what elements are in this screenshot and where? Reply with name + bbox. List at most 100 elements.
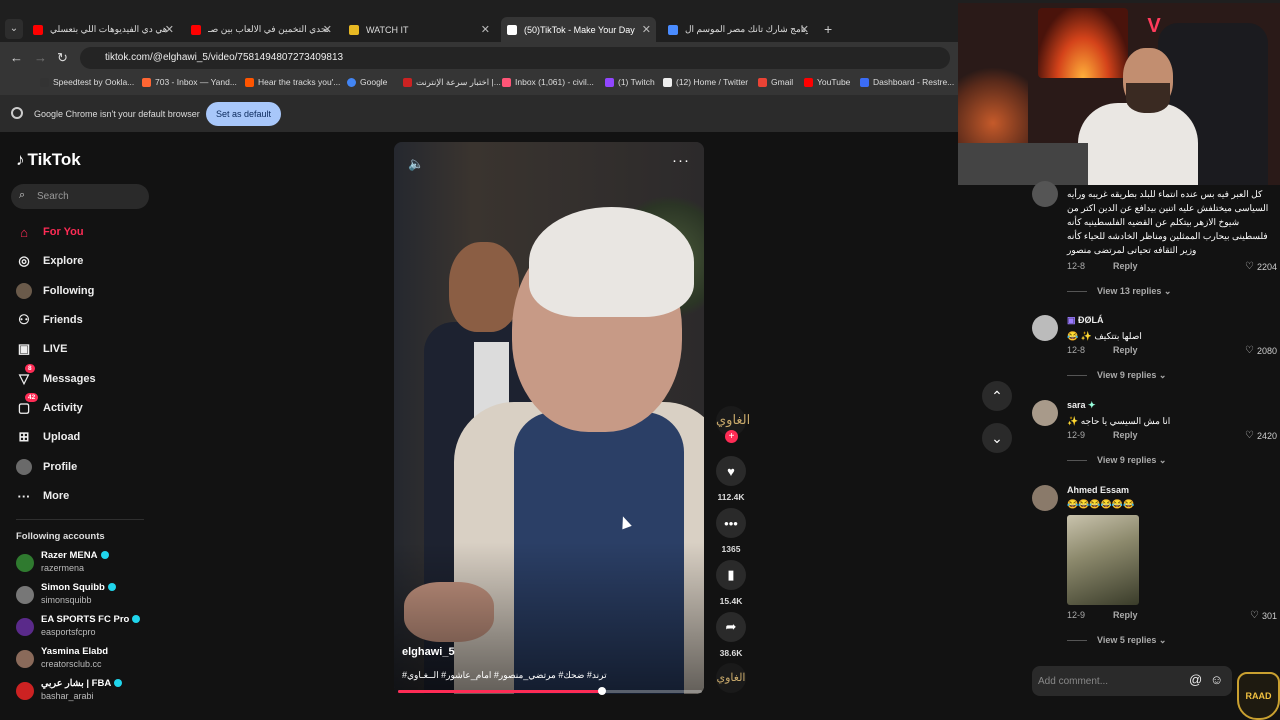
- nav-following[interactable]: Following: [16, 283, 94, 299]
- bookmark-item[interactable]: اختبار سرعة الإنترنت |...: [403, 77, 501, 88]
- verified-icon: [114, 679, 123, 688]
- following-accounts-title: Following accounts: [16, 531, 105, 542]
- address-bar-row: ← → ↻ tiktok.com/@elghawi_5/video/758149…: [0, 42, 958, 73]
- bookmark-item[interactable]: Hear the tracks you'...: [245, 77, 340, 87]
- nav-messages[interactable]: ▽ 8 Messages: [16, 364, 96, 387]
- view-replies-button[interactable]: View 13 replies ⌄: [1067, 286, 1171, 297]
- next-video-button[interactable]: ⌄: [982, 423, 1012, 453]
- comment-item: ▣ ÐØLÁ اصلها بتتكيف ✨ 😂 12-8 Reply ♡ 2080…: [1032, 315, 1277, 385]
- avatar[interactable]: [1032, 181, 1058, 207]
- bookmark-item[interactable]: Dashboard - Restre...: [860, 77, 954, 87]
- bookmark-item[interactable]: YouTube: [804, 77, 850, 87]
- nav-label: Messages: [43, 373, 96, 385]
- bookmark-item[interactable]: Inbox (1,061) - civil...: [502, 77, 594, 87]
- bookmark-label: اختبار سرعة الإنترنت |...: [416, 77, 501, 87]
- default-browser-infobar: Google Chrome isn't your default browser: [0, 95, 958, 132]
- comment-button[interactable]: •••: [716, 508, 746, 538]
- reply-button[interactable]: Reply: [1113, 345, 1138, 355]
- bookmark-item[interactable]: 703 - Inbox — Yand...: [142, 77, 237, 87]
- close-tab-icon[interactable]: ✕: [642, 23, 651, 36]
- youtube-icon: [191, 24, 201, 35]
- avatar[interactable]: [1032, 315, 1058, 341]
- browser-tab[interactable]: WATCH IT ✕: [343, 19, 495, 40]
- reply-button[interactable]: Reply: [1113, 610, 1138, 620]
- following-account[interactable]: Yasmina Elabd creatorsclub.cc: [16, 646, 156, 674]
- comment-image[interactable]: [1067, 515, 1139, 605]
- comment-author[interactable]: ▣ ÐØLÁ: [1067, 315, 1104, 326]
- nav-upload[interactable]: ⊞ Upload: [16, 429, 81, 445]
- following-account[interactable]: Razer MENA razermena: [16, 550, 156, 578]
- profile-icon: [16, 459, 32, 475]
- add-comment-input[interactable]: [1038, 672, 1178, 690]
- progress-knob[interactable]: [597, 687, 606, 695]
- following-account[interactable]: EA SPORTS FC Pro easportsfcpro: [16, 614, 156, 642]
- comment-like-button[interactable]: ♡ 301: [1250, 610, 1277, 621]
- tiktok-logo[interactable]: ♪ TikTok: [16, 150, 81, 170]
- bookmark-item[interactable]: Speedtest by Ookla...: [40, 77, 134, 87]
- avatar[interactable]: [1032, 485, 1058, 511]
- nav-activity[interactable]: ▢ 42 Activity: [16, 393, 83, 416]
- video-username[interactable]: elghawi_5: [402, 646, 455, 658]
- url-text: tiktok.com/@elghawi_5/video/758149480727…: [105, 52, 344, 63]
- following-account[interactable]: Simon Squibb simonsquibb: [16, 582, 156, 610]
- nav-explore[interactable]: ◎ Explore: [16, 253, 83, 269]
- video-progress-bar[interactable]: [398, 687, 702, 695]
- video-caption[interactable]: ترند# ضحك# مرتضي_منصور# امام_عاشور# الــ…: [402, 670, 702, 681]
- youtube-icon: [804, 77, 813, 87]
- heart-outline-icon: ♡: [1245, 430, 1254, 441]
- view-replies-button[interactable]: View 5 replies ⌄: [1067, 635, 1166, 646]
- back-icon[interactable]: ←: [10, 50, 23, 65]
- comment-author[interactable]: sara ✦: [1067, 400, 1096, 411]
- music-disc[interactable]: الغاوي: [716, 663, 746, 693]
- bookmark-item[interactable]: (1) Twitch: [605, 77, 655, 87]
- comment-like-button[interactable]: ♡ 2420: [1245, 430, 1277, 441]
- browser-tab[interactable]: برنامج شارك تانك مصر الموسم ال ✕: [662, 19, 814, 40]
- close-tab-icon[interactable]: ✕: [800, 23, 809, 36]
- like-button[interactable]: ♥: [716, 456, 746, 486]
- browser-tab-active[interactable]: (50)TikTok - Make Your Day ✕: [501, 17, 656, 42]
- close-tab-icon[interactable]: ✕: [481, 23, 490, 36]
- nav-more[interactable]: ··· More: [16, 488, 70, 504]
- new-tab-icon[interactable]: +: [824, 21, 832, 37]
- bookmark-item[interactable]: (12) Home / Twitter: [663, 77, 748, 87]
- nav-profile[interactable]: Profile: [16, 459, 77, 475]
- nav-for-you[interactable]: ⌂ For You: [16, 224, 83, 240]
- tab-search-button[interactable]: ⌄: [5, 19, 23, 39]
- reload-icon[interactable]: ↻: [57, 50, 68, 66]
- following-account[interactable]: بشار عربي | FBA bashar_arabi: [16, 678, 156, 706]
- bookmark-label: (1) Twitch: [618, 77, 655, 87]
- previous-video-button[interactable]: ⌃: [982, 381, 1012, 411]
- add-comment-box[interactable]: @ ☺: [1032, 666, 1232, 696]
- set-as-default-button[interactable]: Set as default: [206, 102, 281, 126]
- browser-tab[interactable]: تحدي التخمين في الالعاب بين صـ ✕: [185, 19, 337, 40]
- volume-icon[interactable]: 🔈: [408, 156, 424, 172]
- avatar[interactable]: [1032, 400, 1058, 426]
- video-player[interactable]: 🔈 ···: [394, 142, 704, 694]
- nav-friends[interactable]: ⚇ Friends: [16, 312, 83, 328]
- close-tab-icon[interactable]: ✕: [323, 23, 332, 36]
- browser-tab[interactable]: هي دي الفيديوهات اللي بتعسلي ✕: [27, 19, 179, 40]
- share-button[interactable]: ➦: [716, 612, 746, 642]
- bookmark-item[interactable]: Gmail: [758, 77, 793, 87]
- comment-author[interactable]: Ahmed Essam: [1067, 485, 1129, 495]
- more-options-icon[interactable]: ···: [672, 152, 690, 169]
- bookmark-item[interactable]: Google: [347, 77, 387, 87]
- avatar: [16, 586, 34, 604]
- save-button[interactable]: ▮: [716, 560, 746, 590]
- comment-text: اصلها بتتكيف ✨ 😂: [1067, 331, 1142, 341]
- comment-like-button[interactable]: ♡ 2080: [1245, 345, 1277, 356]
- forward-icon[interactable]: →: [34, 50, 47, 65]
- mention-icon[interactable]: @: [1189, 672, 1202, 687]
- view-replies-button[interactable]: View 9 replies ⌄: [1067, 455, 1166, 466]
- follow-plus-icon[interactable]: +: [725, 430, 738, 443]
- search-box[interactable]: ⌕: [11, 184, 149, 209]
- comment-like-button[interactable]: ♡ 2204: [1245, 261, 1277, 272]
- reply-button[interactable]: Reply: [1113, 261, 1138, 271]
- reply-button[interactable]: Reply: [1113, 430, 1138, 440]
- view-replies-button[interactable]: View 9 replies ⌄: [1067, 370, 1166, 381]
- close-tab-icon[interactable]: ✕: [165, 23, 174, 36]
- nav-live[interactable]: ▣ LIVE: [16, 341, 68, 357]
- search-input[interactable]: [37, 188, 137, 205]
- emoji-icon[interactable]: ☺: [1210, 672, 1223, 687]
- url-field[interactable]: tiktok.com/@elghawi_5/video/758149480727…: [80, 47, 950, 69]
